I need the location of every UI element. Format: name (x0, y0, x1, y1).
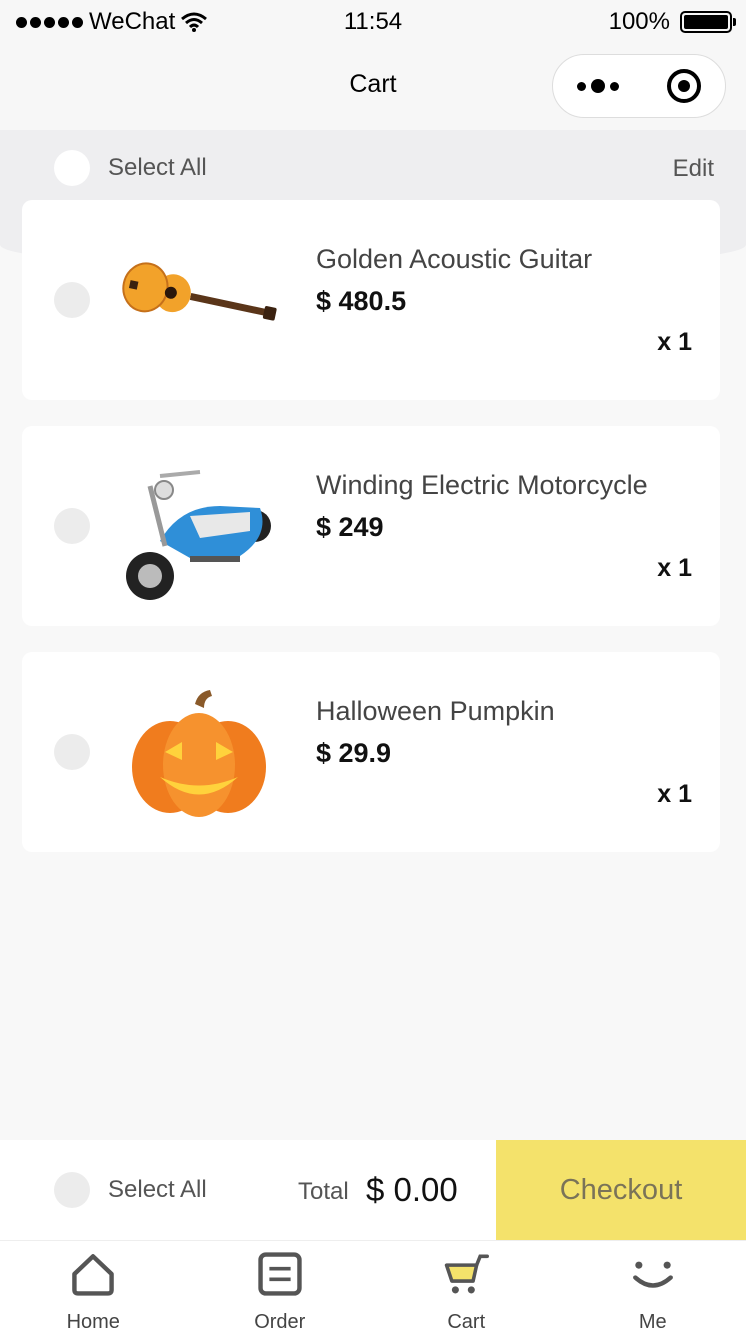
tab-cart[interactable]: Cart (373, 1241, 560, 1334)
tab-label: Me (638, 1311, 667, 1333)
select-all-top[interactable]: Select All (54, 150, 207, 186)
item-quantity: x 1 (657, 780, 692, 808)
checkout-button[interactable]: Checkout (496, 1140, 746, 1240)
status-right: 100% (608, 8, 736, 36)
tab-order[interactable]: Order (187, 1241, 374, 1334)
cart-item[interactable]: Winding Electric Motorcycle $ 249 x 1 (22, 426, 720, 626)
select-all-checkbox[interactable] (54, 150, 90, 186)
item-quantity: x 1 (657, 328, 692, 356)
more-icon[interactable] (577, 79, 619, 93)
tab-home[interactable]: Home (0, 1241, 187, 1334)
total-value: $ 0.00 (366, 1171, 458, 1208)
pumpkin-image (132, 690, 266, 817)
tab-label: Home (66, 1311, 120, 1333)
item-checkbox[interactable] (54, 282, 90, 318)
status-bar: WeChat 11:54 100% (0, 0, 746, 42)
item-name: Halloween Pumpkin (316, 696, 555, 726)
guitar-image (122, 262, 277, 321)
checkout-bar: Select All Total $ 0.00 Checkout (0, 1140, 746, 1240)
select-all-label: Select All (108, 154, 207, 181)
item-quantity: x 1 (657, 554, 692, 582)
home-icon (72, 1254, 115, 1296)
edit-button[interactable]: Edit (673, 155, 714, 183)
close-miniprogram-icon[interactable] (667, 69, 701, 103)
select-all-checkbox-bottom[interactable] (54, 1172, 90, 1208)
cart-item[interactable]: Halloween Pumpkin $ 29.9 x 1 (22, 652, 720, 852)
tab-label: Cart (447, 1311, 486, 1333)
battery-percent: 100% (608, 8, 670, 35)
order-icon (258, 1252, 302, 1296)
cart-icon (445, 1254, 490, 1294)
item-checkbox[interactable] (54, 734, 90, 770)
miniprogram-capsule (552, 54, 726, 118)
cart-item[interactable]: Golden Acoustic Guitar $ 480.5 x 1 (22, 200, 720, 400)
total-label: Total (298, 1178, 349, 1205)
select-all-label-bottom: Select All (108, 1176, 207, 1203)
motorcycle-image (126, 470, 271, 600)
item-checkbox[interactable] (54, 508, 90, 544)
item-price: $ 249 (316, 512, 384, 542)
tab-label: Order (254, 1311, 306, 1333)
item-price: $ 29.9 (316, 738, 392, 768)
tab-bar: Home Order Cart Me (0, 1240, 746, 1334)
item-name: Golden Acoustic Guitar (316, 244, 593, 274)
item-name: Winding Electric Motorcycle (316, 470, 648, 500)
tab-me[interactable]: Me (560, 1241, 746, 1334)
battery-icon (680, 11, 736, 33)
select-all-bottom[interactable]: Select All (54, 1172, 207, 1208)
smile-icon (632, 1261, 673, 1288)
item-price: $ 480.5 (316, 286, 407, 316)
nav-bar: Cart (0, 42, 746, 130)
